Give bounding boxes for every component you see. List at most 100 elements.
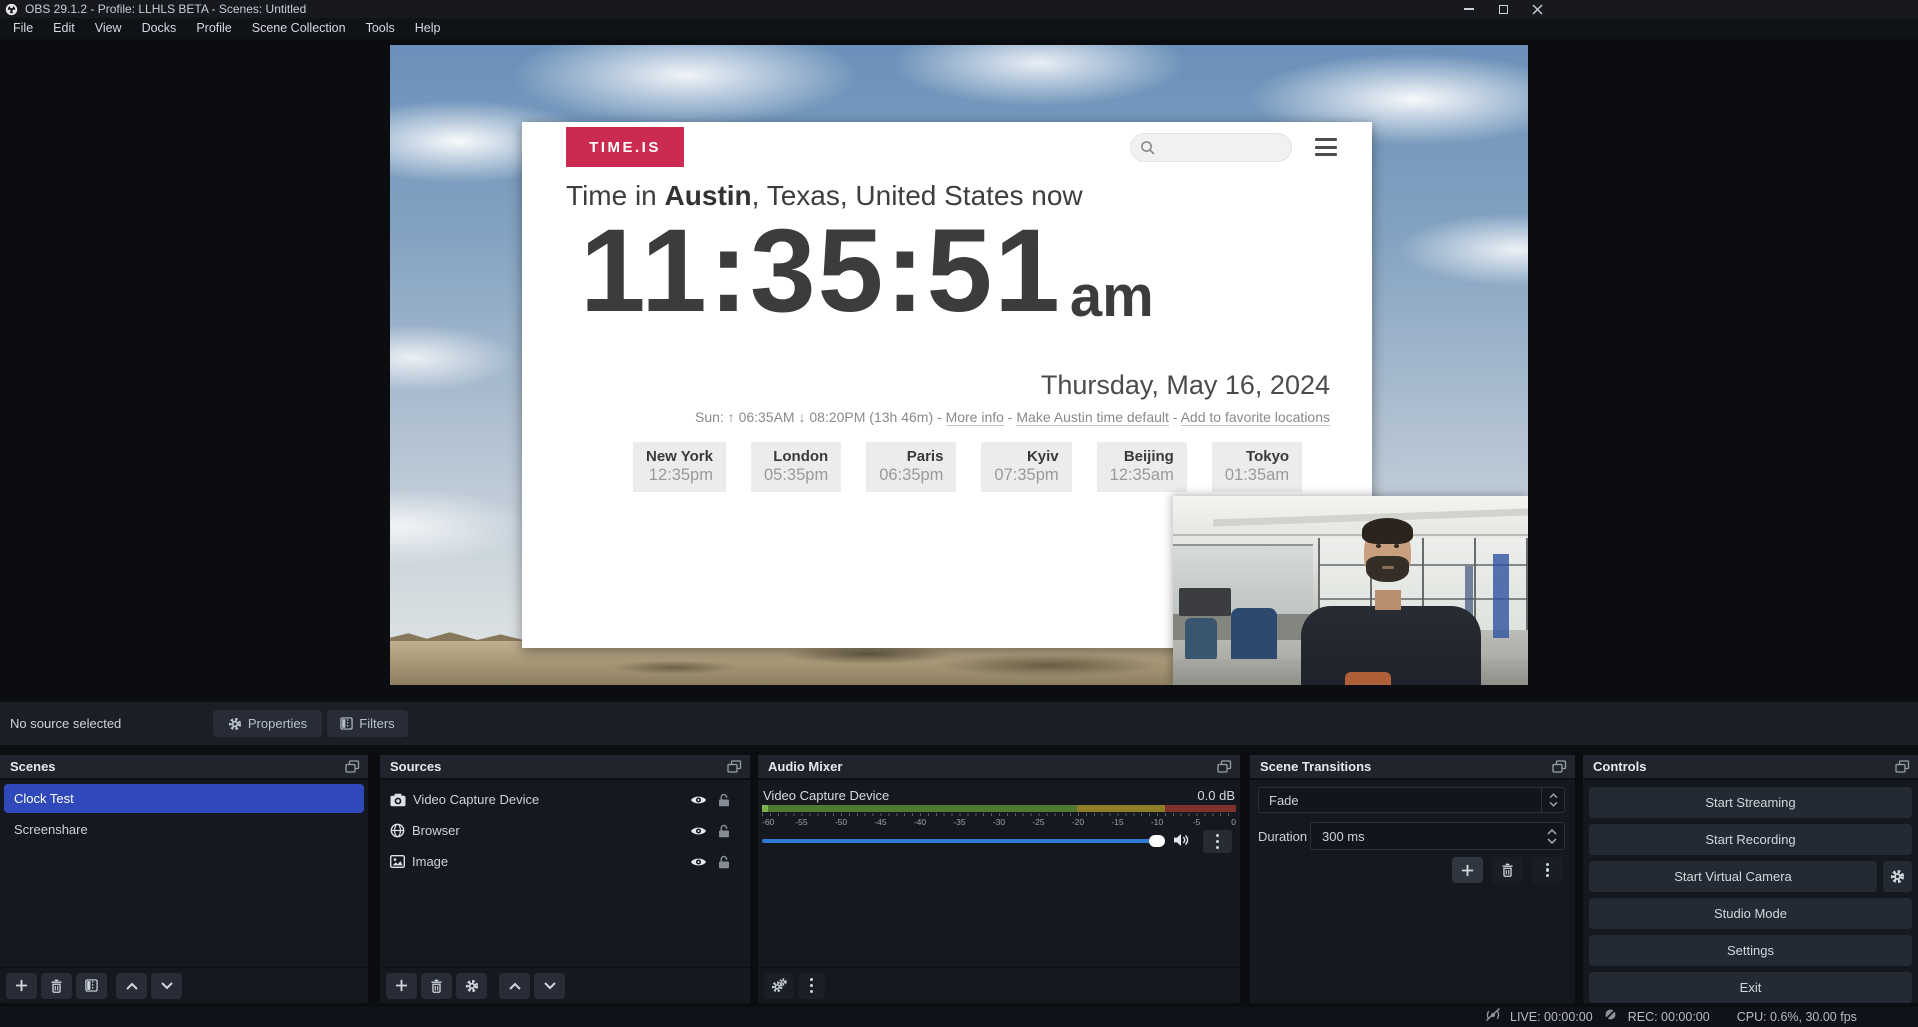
timeis-logo[interactable]: TIME.IS [566,127,684,167]
transition-select[interactable]: Fade [1258,787,1565,813]
source-row-browser[interactable]: Browser [380,816,750,845]
orange-object [1345,672,1391,685]
make-default-link[interactable]: Make Austin time default [1016,409,1169,426]
city-tile[interactable]: New York12:35pm [633,442,726,492]
transition-menu-button[interactable] [1532,857,1563,883]
remove-scene-button[interactable] [41,973,72,999]
mixer-channel-name: Video Capture Device [763,788,889,803]
gear-icon [465,979,479,993]
lock-icon[interactable] [718,824,730,838]
office-monitor [1179,588,1231,616]
city-tile[interactable]: London05:35pm [751,442,841,492]
start-recording-button[interactable]: Start Recording [1589,824,1912,855]
settings-button[interactable]: Settings [1589,935,1912,966]
move-scene-up-button[interactable] [116,973,147,999]
menu-edit[interactable]: Edit [43,18,85,39]
mixer-channel-menu-button[interactable] [1203,830,1232,853]
scenes-header[interactable]: Scenes [0,755,368,780]
audio-mixer-panel: Audio Mixer Video Capture Device 0.0 dB … [758,755,1240,1003]
city-tile[interactable]: Beijing12:35am [1097,442,1187,492]
add-source-button[interactable] [386,973,417,999]
add-transition-button[interactable] [1452,857,1483,883]
source-row-image[interactable]: Image [380,847,750,876]
add-scene-button[interactable] [6,973,37,999]
source-label: Video Capture Device [413,792,539,807]
start-streaming-button[interactable]: Start Streaming [1589,787,1912,818]
eye-icon[interactable] [690,856,707,868]
preview-canvas[interactable]: TIME.IS Time in Austin, Texas, United St… [390,45,1528,685]
maximize-button[interactable] [1486,0,1520,18]
search-field[interactable] [1130,133,1292,162]
properties-button[interactable]: Properties [213,710,322,737]
virtual-camera-config-button[interactable] [1883,861,1912,892]
duration-spinbox[interactable]: 300 ms [1310,822,1565,850]
speaker-icon[interactable] [1173,833,1190,852]
studio-mode-button[interactable]: Studio Mode [1589,898,1912,929]
menu-profile[interactable]: Profile [186,18,241,39]
city-tile[interactable]: Paris06:35pm [866,442,956,492]
controls-header[interactable]: Controls [1583,755,1918,780]
sources-toolbar [380,967,750,1003]
remove-source-button[interactable] [421,973,452,999]
popout-icon[interactable] [727,760,742,773]
minimize-button[interactable] [1452,0,1486,18]
advanced-audio-button[interactable] [764,973,794,999]
more-info-link[interactable]: More info [946,409,1004,426]
popout-icon[interactable] [1552,760,1567,773]
kebab-menu-icon [810,978,813,993]
close-button[interactable] [1520,0,1554,18]
popout-icon[interactable] [1895,760,1910,773]
volume-slider-handle[interactable] [1149,835,1165,847]
menu-scene-collection[interactable]: Scene Collection [242,18,356,39]
current-date: Thursday, May 16, 2024 [1041,370,1330,401]
duration-value: 300 ms [1311,829,1540,844]
audio-mixer-title: Audio Mixer [768,759,842,774]
popout-icon[interactable] [1217,760,1232,773]
sources-header[interactable]: Sources [380,755,750,780]
source-list: Video Capture Device Browser Image [380,780,750,876]
exit-button[interactable]: Exit [1589,972,1912,1003]
rec-time: REC: 00:00:00 [1628,1010,1710,1024]
scene-filters-button[interactable] [76,973,107,999]
scene-item-screenshare[interactable]: Screenshare [4,815,364,844]
menu-docks[interactable]: Docks [132,18,187,39]
mixer-menu-button[interactable] [798,973,825,999]
double-gear-icon [771,978,787,993]
hamburger-menu-icon[interactable] [1315,138,1337,156]
eye-icon[interactable] [690,825,707,837]
menu-view[interactable]: View [85,18,132,39]
lock-icon[interactable] [718,855,730,869]
transitions-buttons [1250,857,1575,883]
source-properties-button[interactable] [456,973,487,999]
gear-icon [1890,869,1905,884]
source-row-video-capture[interactable]: Video Capture Device [380,785,750,814]
lock-icon[interactable] [718,793,730,807]
move-scene-down-button[interactable] [151,973,182,999]
menu-tools[interactable]: Tools [356,18,405,39]
city-tile[interactable]: Tokyo01:35am [1212,442,1302,492]
live-time: LIVE: 00:00:00 [1510,1010,1593,1024]
filters-label: Filters [359,716,394,731]
scenes-title: Scenes [10,759,56,774]
menu-help[interactable]: Help [405,18,451,39]
add-favorite-link[interactable]: Add to favorite locations [1181,409,1330,426]
select-arrows-icon[interactable] [1541,788,1564,812]
remove-transition-button[interactable] [1492,857,1523,883]
filters-button[interactable]: Filters [327,710,408,737]
webcam-overlay[interactable] [1173,496,1528,685]
spinbox-arrows-icon[interactable] [1540,829,1564,844]
city-tile[interactable]: Kyiv07:35pm [981,442,1071,492]
eye-icon[interactable] [690,794,707,806]
start-virtual-camera-button[interactable]: Start Virtual Camera [1589,861,1877,892]
transitions-header[interactable]: Scene Transitions [1250,755,1575,780]
audio-mixer-header[interactable]: Audio Mixer [758,755,1240,780]
move-source-up-button[interactable] [499,973,530,999]
volume-slider[interactable] [762,839,1154,843]
source-context-toolbar: No source selected Properties Filters [0,702,1918,745]
popout-icon[interactable] [345,760,360,773]
move-source-down-button[interactable] [534,973,565,999]
scene-item-clock-test[interactable]: Clock Test [4,784,364,813]
menu-file[interactable]: File [3,18,43,39]
properties-label: Properties [248,716,307,731]
title-bar[interactable]: OBS 29.1.2 - Profile: LLHLS BETA - Scene… [0,0,1918,18]
